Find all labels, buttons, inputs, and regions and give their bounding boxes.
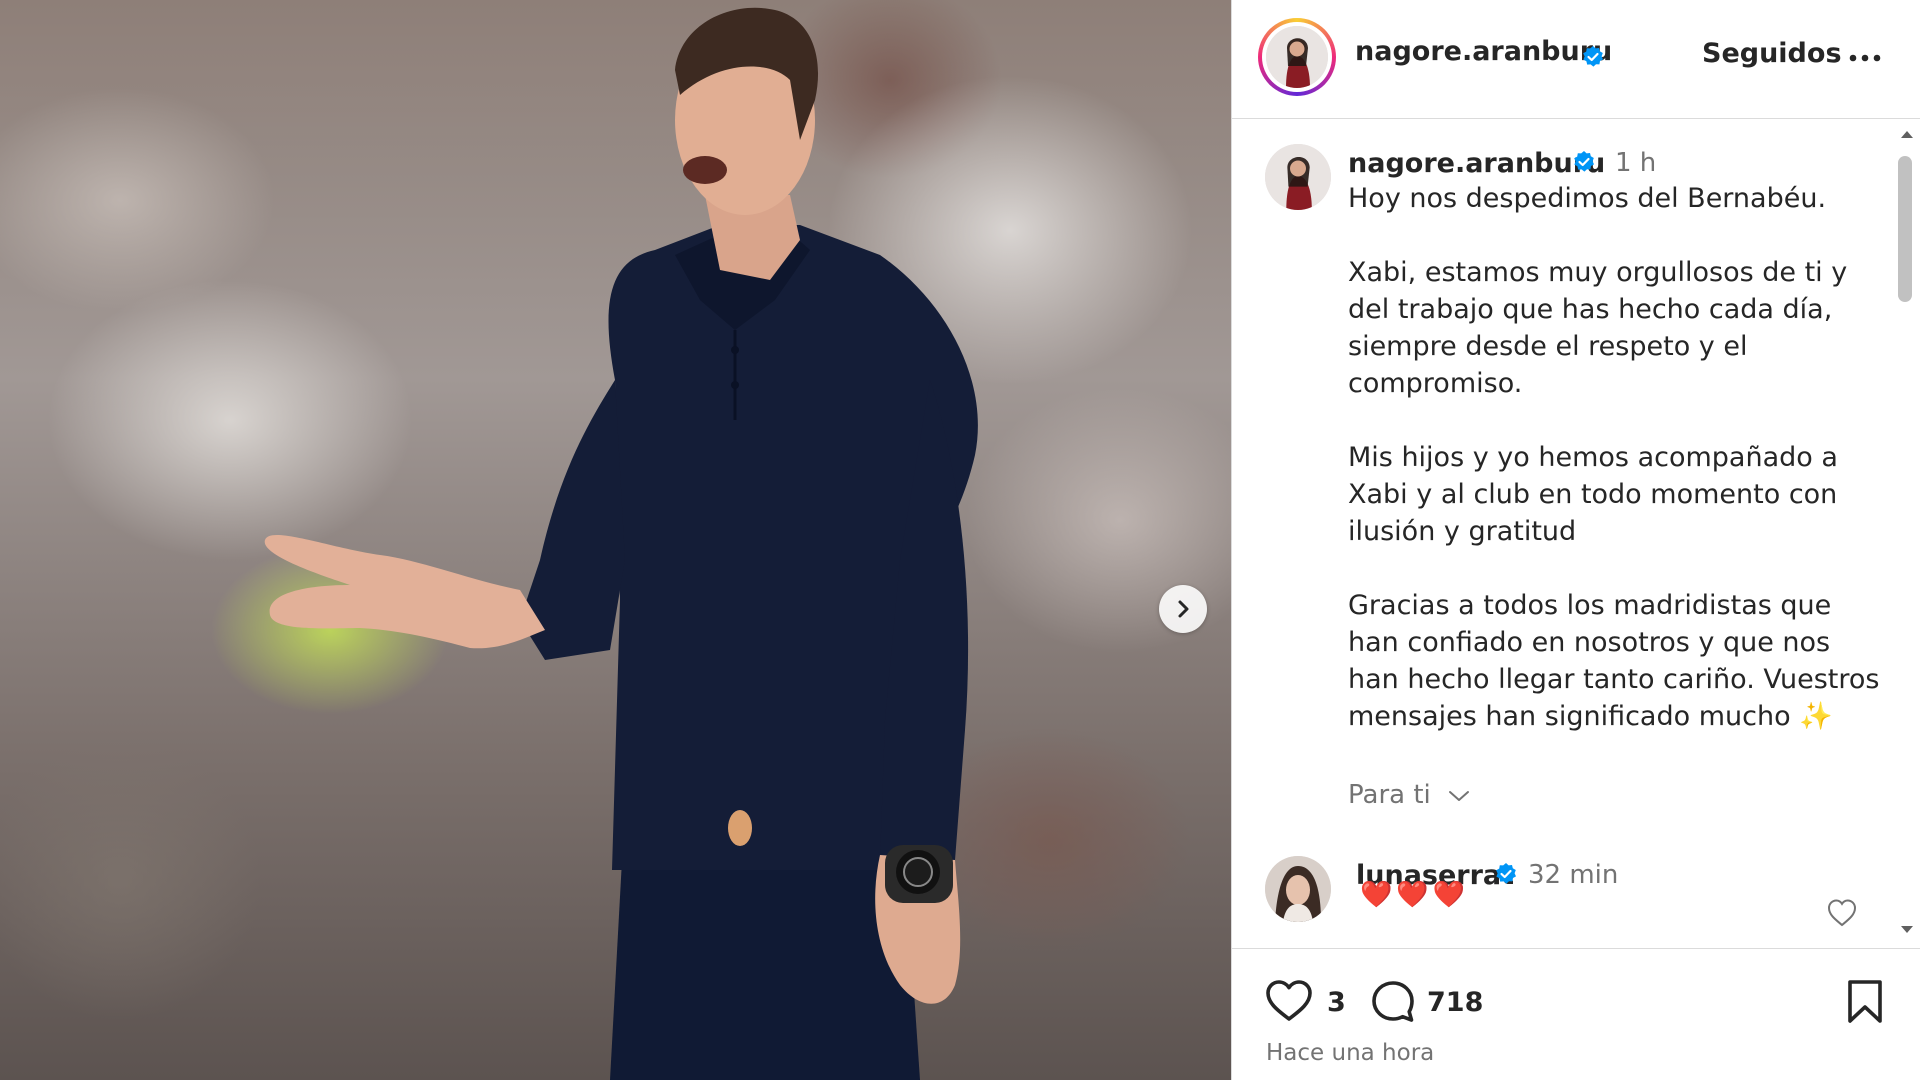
posted-time: Hace una hora [1266,1040,1435,1066]
chevron-right-icon [1178,600,1189,618]
caption-username[interactable]: nagore.aranburu [1348,148,1605,179]
author-avatar-image [1266,26,1328,88]
scroll-down-icon[interactable] [1900,925,1914,935]
more-icon[interactable] [1845,40,1885,76]
likes-count[interactable]: 3 [1327,987,1346,1018]
caption-author-avatar[interactable] [1265,144,1331,210]
following-button[interactable]: Seguidos [1702,38,1842,69]
caption-time: 1 h [1615,148,1657,178]
translation-label: Para ti [1348,780,1431,810]
caption-paragraph: Hoy nos despedimos del Bernabéu. [1348,183,1827,214]
commenter-avatar-image [1265,856,1331,922]
comments-count[interactable]: 718 [1427,987,1483,1018]
comment-icon[interactable] [1370,979,1416,1025]
caption-avatar-image [1265,144,1331,210]
post-header: nagore.aranburu Seguidos [1232,0,1920,119]
comment-like-heart-icon[interactable] [1826,898,1858,928]
comment-text: ❤️❤️❤️ [1360,880,1470,910]
verified-badge-icon [1496,863,1516,884]
verified-badge-icon [1583,46,1603,67]
scroll-up-icon[interactable] [1900,129,1914,139]
header-username[interactable]: nagore.aranburu [1355,36,1612,67]
post-photo [264,7,978,1080]
scrollbar-thumb[interactable] [1898,156,1912,302]
verified-badge-icon [1574,151,1594,172]
post-side-panel: nagore.aranburu Seguidos nagore.aranburu… [1231,0,1920,1080]
chevron-down-icon [1449,790,1470,801]
post-media [0,0,1231,1080]
next-image-button[interactable] [1159,585,1207,633]
caption-paragraph: Mis hijos y yo hemos acompañado a Xabi y… [1348,442,1838,547]
comment-time: 32 min [1528,860,1619,890]
commenter-avatar[interactable] [1265,856,1331,922]
translation-toggle[interactable]: Para ti [1348,780,1471,810]
heart-icon[interactable] [1265,979,1313,1023]
caption-paragraph: Xabi, estamos muy orgullosos de ti y del… [1348,257,1848,399]
caption-paragraph: Gracias a todos los madridistas que han … [1348,590,1880,732]
author-avatar[interactable] [1258,18,1336,96]
bookmark-icon[interactable] [1844,979,1886,1025]
post-caption: Hoy nos despedimos del Bernabéu. Xabi, e… [1348,180,1888,772]
